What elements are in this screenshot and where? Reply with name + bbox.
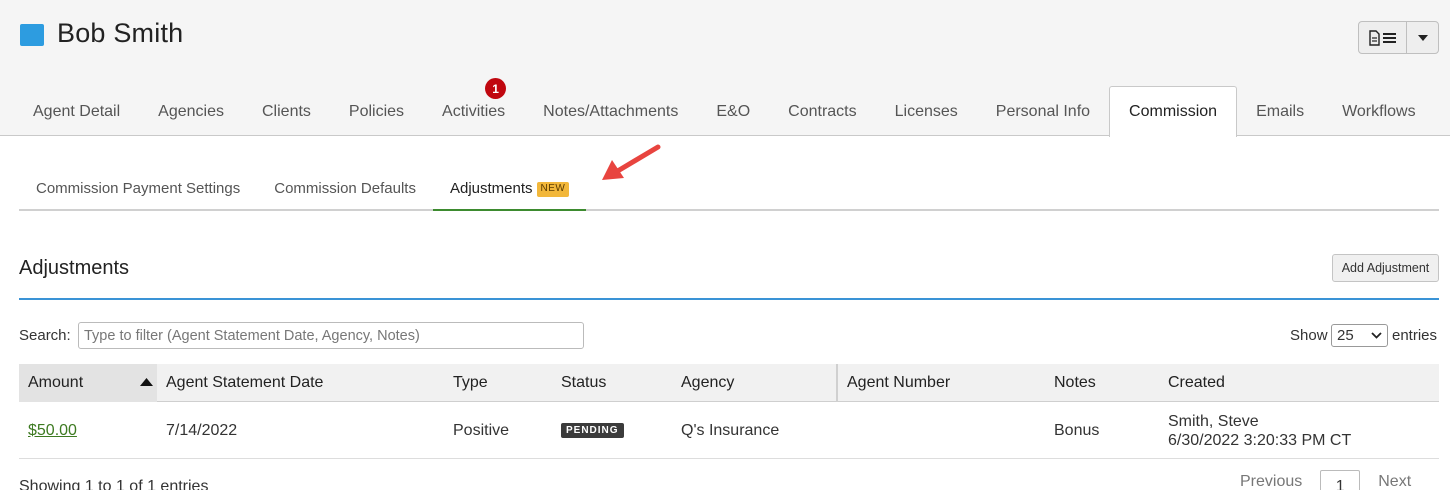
tab-label: Agencies [158, 102, 224, 120]
tab-label: Commission [1129, 103, 1218, 120]
tab-commission[interactable]: Commission [1109, 86, 1238, 137]
adjustments-table: Amount Agent Statement Date Type Status … [19, 364, 1439, 459]
next-page-button[interactable]: Next [1378, 473, 1411, 490]
tab-licenses[interactable]: Licenses [876, 86, 977, 137]
column-label: Type [453, 374, 488, 391]
caret-down-icon [1417, 34, 1428, 41]
column-label: Agency [681, 374, 735, 391]
subtab-adjustments[interactable]: Adjustments NEW [432, 166, 587, 211]
agent-color-square [20, 24, 44, 46]
column-label: Agent Statement Date [166, 374, 324, 391]
page-1-button[interactable]: 1 [1320, 470, 1361, 490]
tab-policies[interactable]: Policies [330, 86, 423, 137]
subtab-label: Commission Defaults [274, 180, 416, 197]
column-header-status[interactable]: Status [552, 364, 672, 402]
column-label: Status [561, 374, 607, 391]
table-row: $50.00 7/14/2022 Positive PENDING Q's In… [19, 402, 1439, 459]
tab-emails[interactable]: Emails [1237, 86, 1323, 137]
menu-dropdown-button[interactable] [1407, 22, 1438, 53]
status-badge: PENDING [561, 423, 624, 438]
new-badge: NEW [536, 182, 570, 197]
tab-workflows[interactable]: Workflows [1323, 86, 1435, 137]
tab-label: Licenses [894, 102, 958, 120]
main-tabs: Agent Detail Agencies Clients Policies A… [14, 78, 1435, 137]
entries-select[interactable]: 25 [1331, 324, 1388, 347]
table-header: Amount Agent Statement Date Type Status … [19, 364, 1439, 402]
cell-agency: Q's Insurance [681, 421, 780, 439]
column-header-notes[interactable]: Notes [1045, 364, 1159, 402]
tab-agent-detail[interactable]: Agent Detail [14, 86, 139, 137]
tab-label: Notes/Attachments [543, 102, 679, 120]
show-label: Show [1290, 327, 1328, 344]
cell-status: PENDING [552, 402, 672, 459]
cell-agent-number [836, 402, 1045, 459]
cell-created: Smith, Steve 6/30/2022 3:20:33 PM CT [1159, 402, 1439, 459]
created-at: 6/30/2022 3:20:33 PM CT [1168, 431, 1352, 449]
tab-eo[interactable]: E&O [697, 86, 769, 137]
column-label: Created [1168, 374, 1225, 391]
add-adjustment-button[interactable]: Add Adjustment [1332, 254, 1439, 282]
section-divider [19, 298, 1439, 300]
tab-label: Workflows [1342, 102, 1416, 120]
subtab-label: Commission Payment Settings [36, 180, 241, 197]
tab-label: Activities [442, 102, 506, 120]
column-header-created[interactable]: Created [1159, 364, 1439, 402]
sort-ascending-icon [140, 378, 153, 386]
tab-label: E&O [716, 102, 751, 120]
entries-label: entries [1392, 327, 1438, 344]
activities-count-badge: 1 [485, 78, 507, 99]
tab-personal-info[interactable]: Personal Info [977, 86, 1109, 137]
document-list-icon [1368, 29, 1396, 46]
tab-agencies[interactable]: Agencies [139, 86, 243, 137]
tab-label: Contracts [788, 102, 857, 120]
column-header-agent-number[interactable]: Agent Number [836, 364, 1045, 402]
previous-page-button[interactable]: Previous [1240, 473, 1302, 490]
cell-statement-date: 7/14/2022 [166, 421, 238, 439]
tab-contracts[interactable]: Contracts [769, 86, 875, 137]
column-label: Notes [1054, 374, 1096, 391]
cell-type: Positive [453, 421, 510, 439]
tab-label: Clients [262, 102, 311, 120]
subtab-commission-defaults[interactable]: Commission Defaults [257, 166, 433, 211]
created-by: Smith, Steve [1168, 412, 1259, 430]
tab-label: Emails [1256, 102, 1305, 120]
entries-value: 25 [1337, 327, 1354, 344]
tab-notes-attachments[interactable]: Notes/Attachments [524, 86, 697, 137]
tab-clients[interactable]: Clients [243, 86, 330, 137]
page-title: Bob Smith [57, 18, 184, 48]
subtab-commission-payment-settings[interactable]: Commission Payment Settings [19, 166, 257, 211]
cell-amount: $50.00 [19, 402, 157, 459]
cell-notes: Bonus [1054, 421, 1100, 439]
tab-label: Agent Detail [33, 102, 121, 120]
commission-sub-tabs: Commission Payment Settings Commission D… [19, 166, 1439, 211]
column-header-agency[interactable]: Agency [672, 364, 837, 402]
column-label: Amount [28, 374, 84, 391]
search-label: Search: [19, 327, 71, 344]
document-list-button[interactable] [1359, 22, 1407, 53]
column-header-type[interactable]: Type [444, 364, 552, 402]
tab-label: Policies [348, 102, 405, 120]
section-title: Adjustments [19, 257, 130, 279]
tab-activities[interactable]: Activities 1 [423, 78, 524, 137]
subtab-label: Adjustments [449, 180, 533, 197]
column-header-agent-statement-date[interactable]: Agent Statement Date [157, 364, 444, 402]
tab-label: Personal Info [995, 102, 1091, 120]
amount-link[interactable]: $50.00 [28, 422, 77, 440]
pagination: Previous 1 Next [1240, 462, 1411, 490]
column-header-amount[interactable]: Amount [19, 364, 157, 402]
showing-entries-info: Showing 1 to 1 of 1 entries [19, 478, 209, 490]
annotation-arrow-icon [602, 144, 661, 180]
chevron-down-icon [1371, 332, 1382, 339]
actions-menu [1358, 21, 1439, 54]
column-label: Agent Number [847, 374, 951, 391]
search-input[interactable]: Type to filter (Agent Statement Date, Ag… [78, 322, 584, 349]
agent-header: Bob Smith Agent Detail Agencies Clients … [0, 0, 1450, 137]
